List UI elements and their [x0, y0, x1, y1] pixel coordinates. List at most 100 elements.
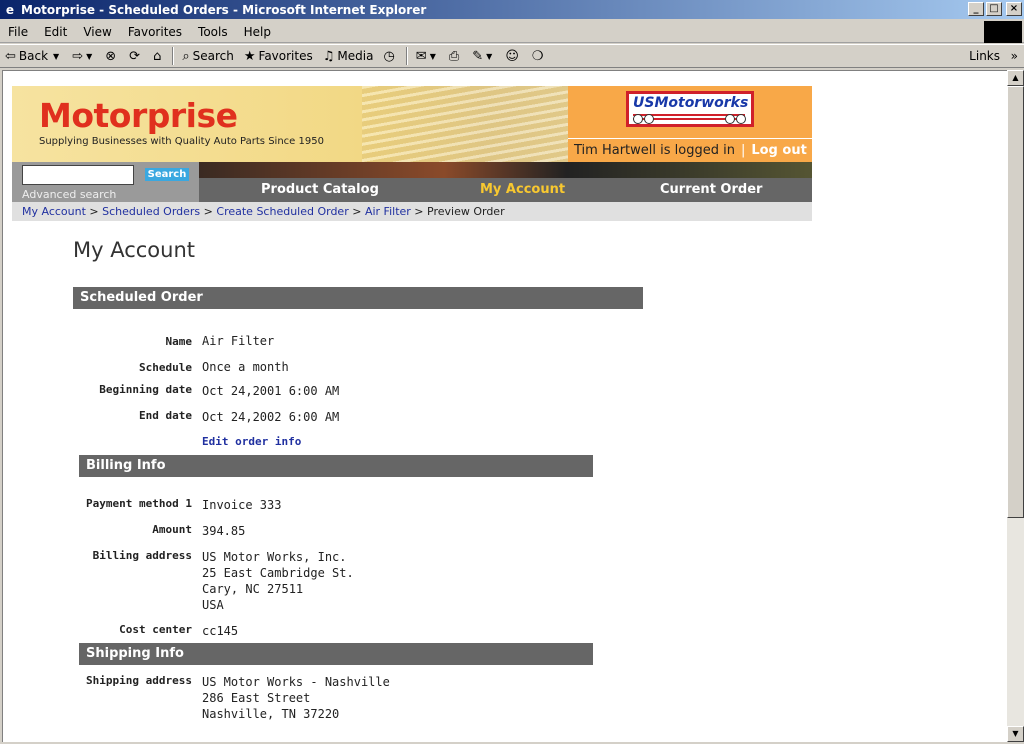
end-date-value: Oct 24,2002 6:00 AM: [202, 410, 340, 424]
main-content: My Account Scheduled Order Name Air Filt…: [73, 238, 673, 722]
beginning-date-label: Beginning date: [99, 383, 192, 396]
refresh-button[interactable]: ⟳: [124, 45, 148, 67]
breadcrumb-current: Preview Order: [427, 205, 505, 218]
amount-label: Amount: [152, 523, 192, 536]
field-name: Name Air Filter: [73, 333, 673, 359]
favorites-icon: ★: [243, 48, 256, 64]
discuss-button[interactable]: ☺: [500, 45, 527, 67]
refresh-icon: ⟳: [129, 48, 141, 64]
print-button[interactable]: ⎙: [444, 45, 467, 67]
back-button[interactable]: ⇦ Back ▼: [0, 45, 67, 67]
address-line: Cary, NC 27511: [202, 582, 304, 596]
end-date-label: End date: [139, 409, 192, 422]
dropdown-arrow-icon: ▼: [429, 51, 436, 61]
menu-view[interactable]: View: [75, 25, 119, 39]
breadcrumb-create-scheduled-order[interactable]: Create Scheduled Order: [216, 205, 348, 218]
edit-button[interactable]: ✎ ▼: [467, 45, 500, 67]
messenger-button[interactable]: ❍: [527, 45, 552, 67]
ie-logo-icon: e: [5, 2, 15, 17]
divider: |: [740, 143, 746, 158]
breadcrumb-my-account[interactable]: My Account: [22, 205, 86, 218]
name-label: Name: [165, 335, 193, 348]
forward-arrow-icon: ⇨: [72, 48, 84, 64]
nav-current-order[interactable]: Current Order: [660, 182, 762, 197]
logged-in-text: Tim Hartwell is logged in: [574, 143, 735, 158]
advanced-search-link[interactable]: Advanced search: [22, 188, 116, 201]
menu-bar: File Edit View Favorites Tools Help: [0, 21, 1024, 43]
toolbar-separator: [405, 47, 408, 65]
nav-banner-strip: [199, 162, 812, 178]
logo-wheel-icon: [725, 114, 735, 124]
field-schedule: Schedule Once a month: [73, 359, 673, 383]
site-header: Motorprise Supplying Businesses with Qua…: [12, 86, 812, 162]
favorites-button[interactable]: ★ Favorites: [239, 45, 318, 67]
address-line: Nashville, TN 37220: [202, 707, 340, 721]
toolbar-separator: [172, 47, 175, 65]
search-button[interactable]: ⌕ Search: [177, 45, 239, 67]
dropdown-arrow-icon: ▼: [86, 51, 93, 61]
close-button[interactable]: ×: [1006, 2, 1022, 16]
scroll-down-arrow-icon[interactable]: ▼: [1007, 726, 1024, 742]
site-search: Search Advanced search: [12, 162, 199, 202]
usmotorworks-logo-text: USMotorworks: [633, 95, 749, 111]
scheduled-order-heading: Scheduled Order: [73, 287, 643, 309]
billing-address-value: US Motor Works, Inc. 25 East Cambridge S…: [202, 549, 354, 623]
partner-panel: USMotorworks Tim Hartwell is logged in |…: [568, 86, 812, 162]
cost-center-value: cc145: [202, 624, 239, 638]
breadcrumb: My Account > Scheduled Orders > Create S…: [12, 202, 812, 221]
mail-button[interactable]: ✉ ▼: [411, 45, 444, 67]
edit-row: Edit order info: [73, 435, 673, 455]
maximize-button[interactable]: □: [986, 2, 1002, 16]
header-car-image: [362, 86, 568, 162]
menu-help[interactable]: Help: [236, 25, 279, 39]
field-cost-center: Cost center cc145: [73, 623, 673, 643]
home-icon: ⌂: [153, 48, 162, 64]
back-arrow-icon: ⇦: [5, 48, 16, 64]
logout-link[interactable]: Log out: [751, 143, 806, 158]
menu-file[interactable]: File: [0, 25, 36, 39]
minimize-button[interactable]: _: [968, 2, 984, 16]
breadcrumb-air-filter[interactable]: Air Filter: [365, 205, 411, 218]
menu-tools[interactable]: Tools: [190, 25, 236, 39]
field-amount: Amount 394.85: [73, 523, 673, 549]
window-title: Motorprise - Scheduled Orders - Microsof…: [21, 2, 427, 17]
stop-icon: ⊗: [105, 48, 117, 64]
nav-my-account[interactable]: My Account: [480, 182, 565, 197]
breadcrumb-separator: >: [203, 205, 213, 218]
field-billing-address: Billing address US Motor Works, Inc. 25 …: [73, 549, 673, 623]
address-line: 25 East Cambridge St.: [202, 566, 354, 580]
toolbar: ⇦ Back ▼ ⇨ ▼ ⊗ ⟳ ⌂ ⌕ Search ★ Favorites ♫ Medi…: [0, 44, 1024, 68]
menu-edit[interactable]: Edit: [36, 25, 75, 39]
edit-order-info-link[interactable]: Edit order info: [202, 435, 301, 455]
scroll-up-arrow-icon[interactable]: ▲: [1007, 70, 1024, 86]
payment-method-label: Payment method 1: [86, 497, 192, 510]
main-nav: Product Catalog My Account Current Order: [199, 178, 812, 202]
page-title: My Account: [73, 238, 196, 262]
breadcrumb-separator: >: [89, 205, 99, 218]
print-icon: ⎙: [448, 48, 460, 64]
shipping-info-heading: Shipping Info: [79, 643, 593, 665]
home-button[interactable]: ⌂: [148, 45, 169, 67]
history-icon: ◷: [383, 48, 395, 64]
links-chevron-icon[interactable]: »: [1011, 49, 1018, 63]
motorprise-logo[interactable]: Motorprise: [39, 96, 238, 135]
forward-button[interactable]: ⇨ ▼: [67, 45, 100, 67]
site-search-button[interactable]: Search: [145, 168, 189, 181]
nav-product-catalog[interactable]: Product Catalog: [261, 182, 379, 197]
history-button[interactable]: ◷: [378, 45, 402, 67]
links-button[interactable]: Links: [969, 49, 1000, 63]
field-beginning-date: Beginning date Oct 24,2001 6:00 AM: [73, 383, 673, 409]
window-title-bar: e Motorprise - Scheduled Orders - Micros…: [0, 0, 1024, 19]
payment-method-value: Invoice 333: [202, 498, 282, 512]
breadcrumb-scheduled-orders[interactable]: Scheduled Orders: [102, 205, 200, 218]
menu-favorites[interactable]: Favorites: [120, 25, 190, 39]
nav-row: Search Advanced search Product Catalog M…: [12, 162, 812, 202]
scrollbar-thumb[interactable]: [1007, 86, 1024, 518]
search-icon: ⌕: [182, 48, 190, 64]
media-button[interactable]: ♫ Media: [318, 45, 379, 67]
stop-button[interactable]: ⊗: [100, 45, 124, 67]
page: Motorprise Supplying Businesses with Qua…: [12, 86, 812, 722]
vertical-scrollbar[interactable]: ▲ ▼: [1007, 70, 1024, 742]
field-end-date: End date Oct 24,2002 6:00 AM: [73, 409, 673, 435]
site-search-input[interactable]: [22, 165, 134, 185]
